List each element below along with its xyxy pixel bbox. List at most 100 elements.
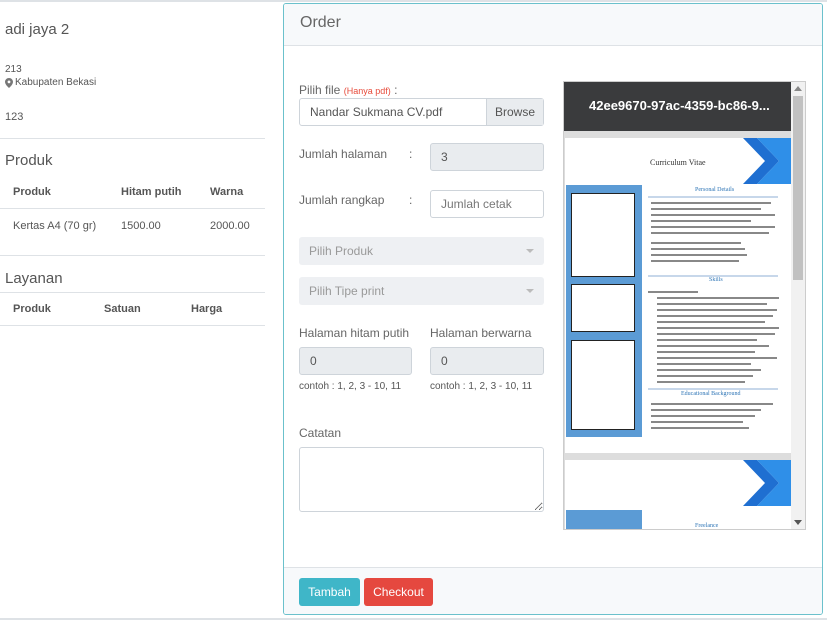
halaman-warna-label: Halaman berwarna xyxy=(430,326,532,340)
cv-text-line xyxy=(651,214,775,216)
cv-box xyxy=(571,340,635,430)
jumlah-rangkap-placeholder: Jumlah cetak xyxy=(441,197,512,211)
layanan-header-satuan: Satuan xyxy=(104,303,141,315)
table-divider xyxy=(0,208,265,209)
tambah-button[interactable]: Tambah xyxy=(299,578,360,606)
pdf-preview[interactable]: 42ee9670-97ac-4359-bc86-9... Curriculum … xyxy=(563,81,806,530)
store-number: 123 xyxy=(5,111,24,123)
pilih-produk-text: Pilih Produk xyxy=(309,244,374,258)
file-label-colon: : xyxy=(394,83,398,97)
pilih-tipe-text: Pilih Tipe print xyxy=(309,284,385,298)
pdf-page-2: Freelance xyxy=(565,460,792,529)
cv-text-line xyxy=(651,232,769,234)
modal-header: Order xyxy=(284,4,822,46)
pdf-page-1: Curriculum Vitae Personal Details Skills xyxy=(565,138,792,453)
modal-title: Order xyxy=(300,14,341,31)
cv-chevron-graphic xyxy=(743,460,792,506)
jumlah-rangkap-input[interactable]: Jumlah cetak xyxy=(430,190,544,218)
file-label: Pilih file (Hanya pdf) : xyxy=(299,83,397,97)
cv-text-line xyxy=(657,297,779,299)
store-panel: adi jaya 2 213 Kabupaten Bekasi 123 Prod… xyxy=(0,0,265,618)
cv-sidebar xyxy=(566,185,642,437)
scroll-up-icon[interactable] xyxy=(794,86,802,91)
cv-rule xyxy=(648,196,778,198)
halaman-warna-input: 0 xyxy=(430,347,544,375)
cv-text-line xyxy=(657,357,777,359)
catatan-label: Catatan xyxy=(299,426,342,440)
cv-text-line xyxy=(651,202,771,204)
cv-section-education: Educational Background xyxy=(681,391,741,397)
cv-box xyxy=(571,193,635,277)
halaman-hitam-input: 0 xyxy=(299,347,412,375)
cv-text-line xyxy=(651,260,739,262)
cv-text-line xyxy=(648,291,698,293)
produk-header-warna: Warna xyxy=(210,186,244,198)
page-bottom-divider xyxy=(0,618,827,620)
jumlah-halaman-value: 3 xyxy=(441,150,448,164)
halaman-warna-hint: contoh : 1, 2, 3 - 10, 11 xyxy=(430,381,533,392)
cv-text-line xyxy=(657,375,753,377)
cv-text-line xyxy=(651,220,751,222)
cv-text-line xyxy=(651,226,775,228)
cv-sidebar xyxy=(566,510,642,529)
cv-text-line xyxy=(651,403,773,405)
cv-text-line xyxy=(651,409,761,411)
layanan-title: Layanan xyxy=(5,270,63,287)
map-pin-icon xyxy=(5,77,13,88)
divider xyxy=(0,255,265,256)
divider xyxy=(0,138,265,139)
cv-text-line xyxy=(651,415,755,417)
halaman-hitam-value: 0 xyxy=(310,354,317,368)
cv-text-line xyxy=(657,351,755,353)
pdf-scrollbar[interactable] xyxy=(791,82,805,529)
cv-text-line xyxy=(651,421,743,423)
file-input-value: Nandar Sukmana CV.pdf xyxy=(310,105,443,119)
scrollbar-thumb[interactable] xyxy=(793,96,803,280)
jumlah-halaman-colon: : xyxy=(409,147,413,161)
store-location-text: Kabupaten Bekasi xyxy=(15,77,97,88)
produk-cell-color: 2000.00 xyxy=(210,220,250,232)
cv-text-line xyxy=(651,254,747,256)
produk-header-produk: Produk xyxy=(13,186,51,198)
cv-box xyxy=(571,284,635,332)
cv-rule xyxy=(648,388,778,390)
produk-title: Produk xyxy=(5,152,53,169)
cv-text-line xyxy=(651,427,749,429)
cv-text-line xyxy=(657,339,757,341)
cv-text-line xyxy=(657,381,745,383)
cv-text-line xyxy=(657,309,777,311)
cv-section-freelance: Freelance xyxy=(695,523,719,529)
pilih-tipe-select[interactable]: Pilih Tipe print xyxy=(299,277,544,305)
file-label-note: (Hanya pdf) xyxy=(343,86,391,96)
cv-title: Curriculum Vitae xyxy=(650,158,706,167)
table-divider xyxy=(0,325,265,326)
cv-text-line xyxy=(651,248,745,250)
layanan-header-harga: Harga xyxy=(191,303,223,315)
catatan-textarea[interactable] xyxy=(299,447,544,512)
layanan-header-produk: Produk xyxy=(13,303,51,315)
cv-text-line xyxy=(657,333,775,335)
pilih-produk-select[interactable]: Pilih Produk xyxy=(299,237,544,265)
table-divider xyxy=(0,292,265,293)
scroll-down-icon[interactable] xyxy=(794,520,802,525)
chevron-down-icon xyxy=(526,289,534,293)
store-name: adi jaya 2 xyxy=(5,21,70,38)
file-input[interactable]: Nandar Sukmana CV.pdf Browse xyxy=(299,98,544,126)
cv-text-line xyxy=(657,321,765,323)
produk-cell-bw: 1500.00 xyxy=(121,220,161,232)
order-modal: Order Pilih file (Hanya pdf) : Nandar Su… xyxy=(283,3,823,615)
checkout-button[interactable]: Checkout xyxy=(364,578,433,606)
jumlah-halaman-label: Jumlah halaman xyxy=(299,147,388,161)
halaman-warna-value: 0 xyxy=(441,354,448,368)
cv-text-line xyxy=(657,327,779,329)
pdf-title: 42ee9670-97ac-4359-bc86-9... xyxy=(589,98,770,113)
cv-text-line xyxy=(657,303,767,305)
cv-text-line xyxy=(651,242,741,244)
produk-cell-name: Kertas A4 (70 gr) xyxy=(13,220,97,232)
jumlah-rangkap-label: Jumlah rangkap xyxy=(299,193,385,207)
cv-text-line xyxy=(657,363,751,365)
browse-button[interactable]: Browse xyxy=(486,99,543,125)
cv-text-line xyxy=(657,315,773,317)
produk-header-hitam-putih: Hitam putih xyxy=(121,186,182,198)
chevron-down-icon xyxy=(526,249,534,253)
